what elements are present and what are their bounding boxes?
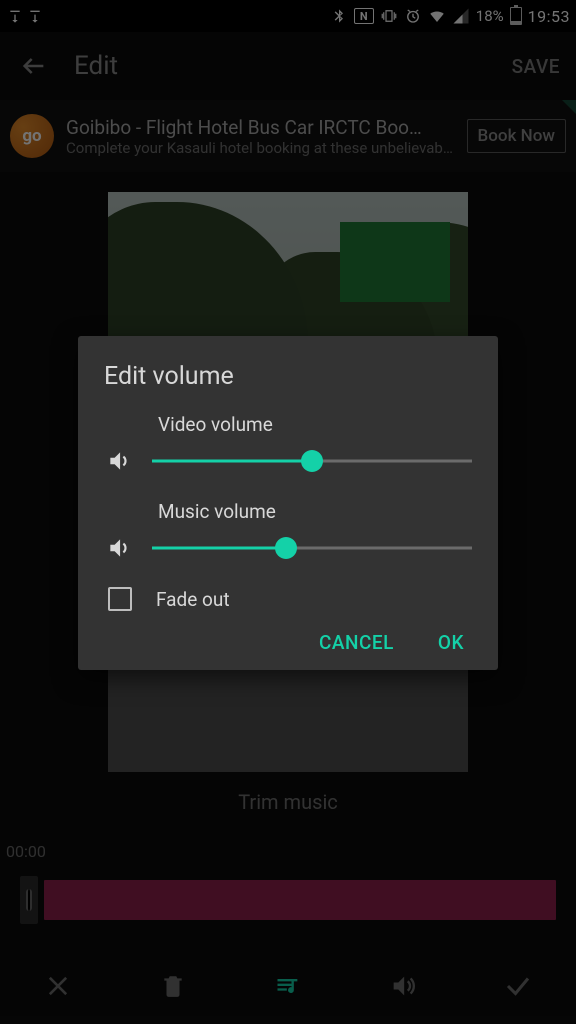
music-volume-slider[interactable] (152, 536, 472, 560)
fade-out-checkbox[interactable] (108, 587, 132, 611)
dialog-ok-button[interactable]: OK (438, 631, 464, 654)
dialog-cancel-button[interactable]: CANCEL (319, 631, 394, 654)
dialog-title: Edit volume (104, 362, 472, 391)
speaker-icon (104, 533, 134, 563)
edit-volume-dialog: Edit volume Video volume Music volume (78, 336, 498, 670)
fade-out-label: Fade out (156, 588, 230, 611)
speaker-icon (104, 446, 134, 476)
music-volume-label: Music volume (158, 500, 472, 523)
video-volume-slider[interactable] (152, 449, 472, 473)
video-volume-label: Video volume (158, 413, 472, 436)
